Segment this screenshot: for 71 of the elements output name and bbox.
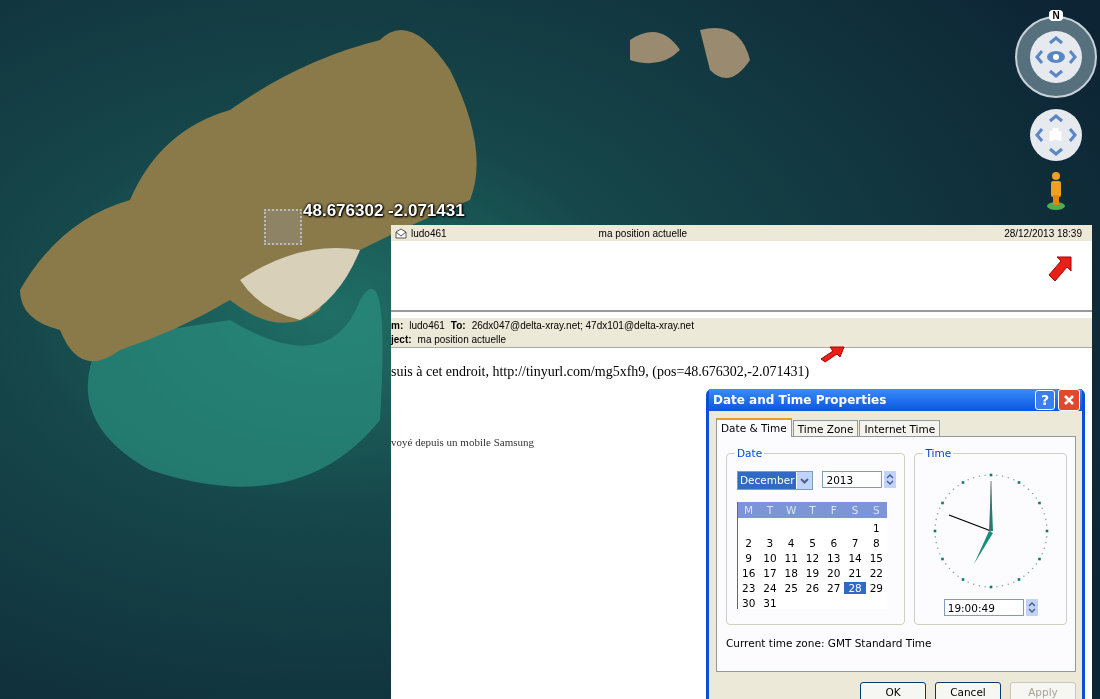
calendar-day[interactable]: 5 bbox=[801, 537, 824, 549]
to-label: To: bbox=[450, 320, 466, 331]
message-date: 28/12/2013 18:39 bbox=[1004, 227, 1082, 239]
tab[interactable]: Date & Time bbox=[716, 418, 792, 437]
weekday-label: W bbox=[785, 504, 798, 516]
time-field[interactable]: 19:00:49 bbox=[943, 599, 1024, 616]
tab[interactable]: Time Zone bbox=[792, 420, 859, 436]
sender-name: ludo461 bbox=[411, 227, 447, 239]
tab[interactable]: Internet Time bbox=[859, 420, 941, 436]
calendar-day[interactable]: 12 bbox=[801, 552, 824, 564]
calendar-day[interactable]: 27 bbox=[823, 582, 845, 594]
envelope-icon bbox=[395, 227, 407, 239]
signature-text: voyé depuis un mobile Samsung bbox=[391, 436, 535, 448]
calendar-day[interactable]: 13 bbox=[823, 552, 845, 564]
calendar-day[interactable]: 2 bbox=[738, 537, 760, 549]
date-group-label: Date bbox=[736, 447, 764, 459]
calendar-day[interactable]: 8 bbox=[865, 537, 887, 549]
calendar-day[interactable]: 10 bbox=[759, 552, 781, 564]
dialog-button[interactable]: Cancel bbox=[935, 682, 1001, 699]
weekday-label: S bbox=[850, 504, 860, 516]
calendar-day[interactable]: 6 bbox=[823, 537, 845, 549]
subject-label: ject: bbox=[391, 334, 412, 345]
calendar-day[interactable]: 7 bbox=[844, 537, 866, 549]
calendar-day[interactable]: 24 bbox=[759, 582, 781, 594]
calendar-day[interactable]: 19 bbox=[801, 567, 824, 579]
calendar-day[interactable]: 3 bbox=[759, 537, 781, 549]
street-view-person-icon[interactable] bbox=[1046, 171, 1066, 211]
calendar-day[interactable]: 21 bbox=[844, 567, 866, 579]
weekday-label: T bbox=[808, 504, 817, 516]
weekday-label: F bbox=[829, 504, 838, 516]
calendar-day[interactable]: 1 bbox=[865, 522, 887, 534]
calendar-day[interactable]: 26 bbox=[801, 582, 824, 594]
compass-north-label: N bbox=[1049, 10, 1063, 21]
calendar-day[interactable]: 14 bbox=[844, 552, 866, 564]
dialog-title: Date and Time Properties bbox=[713, 393, 888, 407]
calendar-day[interactable]: 30 bbox=[738, 597, 760, 609]
weekday-label: M bbox=[743, 504, 755, 516]
calendar-day[interactable]: 25 bbox=[780, 582, 802, 594]
dropdown-chevron-icon bbox=[800, 477, 810, 484]
close-button[interactable] bbox=[1058, 389, 1080, 411]
calendar-day[interactable]: 9 bbox=[738, 552, 760, 564]
subject-value: ma position actuelle bbox=[417, 334, 506, 345]
calendar-day[interactable]: 18 bbox=[780, 567, 802, 579]
calendar-day[interactable]: 11 bbox=[780, 552, 802, 564]
calendar-day[interactable]: 16 bbox=[738, 567, 760, 579]
help-button[interactable]: ? bbox=[1035, 390, 1055, 410]
calendar-day[interactable]: 23 bbox=[738, 582, 760, 594]
calendar-day[interactable]: 4 bbox=[780, 537, 802, 549]
message-subject: ma position actuelle bbox=[598, 227, 687, 239]
time-group-label: Time bbox=[924, 447, 953, 459]
calendar-day[interactable]: 29 bbox=[865, 582, 887, 594]
from-value: ludo461 bbox=[409, 320, 445, 331]
year-field[interactable]: 2013 bbox=[822, 471, 883, 488]
from-label: m: bbox=[391, 320, 404, 331]
dialog-button[interactable]: OK bbox=[860, 682, 926, 699]
spinner-arrows-icon[interactable] bbox=[1025, 599, 1038, 616]
month-dropdown[interactable]: December bbox=[737, 471, 814, 490]
location-marker-icon bbox=[264, 209, 302, 245]
calendar-day[interactable]: 15 bbox=[865, 552, 887, 564]
spinner-arrows-icon[interactable] bbox=[884, 471, 897, 488]
to-value: 26dx047@delta-xray.net; 47dx101@delta-xray.net bbox=[471, 320, 694, 331]
calendar-day[interactable]: 20 bbox=[823, 567, 845, 579]
calendar-day[interactable]: 17 bbox=[759, 567, 781, 579]
message-text: suis à cet endroit, http://tinyurl.com/mg5xfh9, (pos=48.676302,-2.071431) bbox=[391, 364, 811, 380]
weekday-label: T bbox=[765, 504, 775, 516]
move-control-icon[interactable] bbox=[1028, 107, 1084, 163]
weekday-label: S bbox=[872, 504, 881, 516]
calendar-day[interactable]: 31 bbox=[759, 597, 781, 609]
calendar-day[interactable]: 28 bbox=[844, 582, 866, 594]
calendar-day[interactable]: 22 bbox=[865, 567, 887, 579]
current-time-zone-text: Current time zone: GMT Standard Time bbox=[726, 637, 933, 649]
